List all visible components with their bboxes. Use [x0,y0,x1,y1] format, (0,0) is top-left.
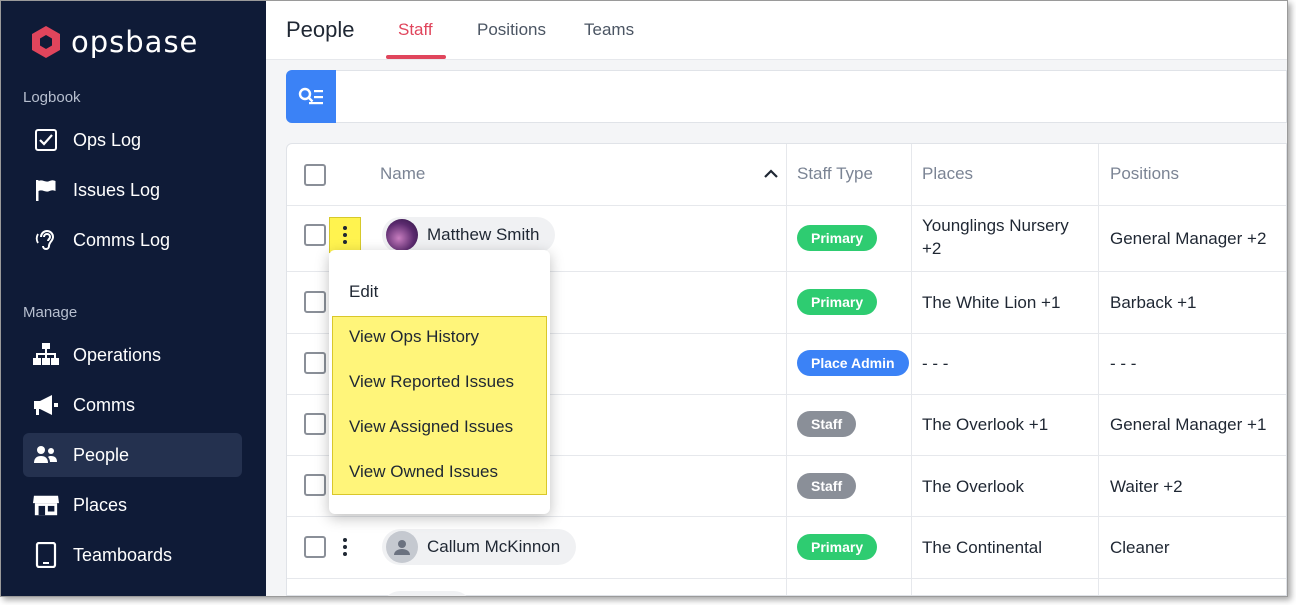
search-input[interactable] [286,70,1287,123]
sidebar-item-teamboards[interactable]: Teamboards [23,533,242,577]
select-all-checkbox[interactable] [304,164,326,186]
sidebar-item-label: Ops Log [73,129,142,150]
sidebar-item-places[interactable]: Places [23,483,242,527]
default-avatar-icon [386,531,418,563]
hierarchy-icon [33,342,59,368]
sidebar-item-operations[interactable]: Operations [23,333,242,377]
checkbox-icon [33,127,59,153]
menu-item-edit[interactable]: Edit [349,282,378,302]
sidebar-item-label: Operations [73,344,162,365]
status-badge: Primary [797,225,878,251]
brand-name: opsbase [71,25,199,59]
sidebar-item-label: People [73,444,130,465]
filter-search-button[interactable] [286,70,336,123]
sidebar-item-comms-log[interactable]: Comms Log [23,218,242,262]
sidebar-item-label: Comms [73,394,135,415]
section-label-manage: Manage [23,304,78,321]
tab-staff[interactable]: Staff [398,20,433,40]
ear-icon [33,227,59,253]
menu-item-view-reported-issues[interactable]: View Reported Issues [349,372,514,392]
menu-item-view-ops-history[interactable]: View Ops History [349,327,479,347]
positions-cell: General Manager +1 [1110,415,1267,434]
avatar [386,219,418,251]
column-header-positions[interactable]: Positions [1110,164,1179,184]
sort-ascending-icon[interactable] [764,169,778,179]
logo[interactable]: opsbase [29,25,198,59]
menu-item-view-assigned-issues[interactable]: View Assigned Issues [349,417,513,437]
places-cell: The Overlook [922,477,1025,496]
sidebar-item-label: Issues Log [73,179,161,200]
status-badge: Place Admin [797,350,909,376]
row-divider [287,205,1286,206]
column-divider [911,144,912,595]
tab-positions[interactable]: Positions [477,20,546,40]
row-checkbox[interactable] [304,352,326,374]
sidebar-item-label: Comms Log [73,229,171,250]
sidebar: opsbase Logbook Ops Log Issues Log Comms… [1,1,266,596]
status-badge: Primary [797,289,878,315]
positions-cell: Barback +1 [1110,293,1197,312]
sidebar-item-label: Teamboards [73,544,173,565]
page-header: People Staff Positions Teams [266,1,1287,60]
menu-item-view-owned-issues[interactable]: View Owned Issues [349,462,498,482]
tablet-icon [33,542,59,568]
status-badge: Staff [797,411,857,437]
sidebar-item-people[interactable]: People [23,433,242,477]
column-header-staff-type[interactable]: Staff Type [797,164,873,184]
column-header-name[interactable]: Name [380,164,425,184]
row-divider [287,516,1286,517]
staff-name: Matthew Smith [427,225,540,244]
row-divider [287,578,1286,579]
positions-cell: Cleaner [1110,538,1170,557]
section-label-logbook: Logbook [23,89,81,106]
places-cell: The Overlook +1 [922,415,1049,434]
flag-icon [33,177,59,203]
users-icon [33,442,59,468]
page-title: People [286,17,355,42]
row-checkbox[interactable] [304,474,326,496]
staff-name-chip[interactable]: Matthew Smith [382,217,556,253]
row-checkbox[interactable] [304,413,326,435]
column-header-places[interactable]: Places [922,164,973,184]
places-cell: - - - [922,354,949,373]
places-cell: The Continental [922,538,1043,557]
status-badge: Primary [797,534,878,560]
row-checkbox[interactable] [304,224,326,246]
row-checkbox[interactable] [304,291,326,313]
search-filter-icon [298,87,323,104]
tab-teams[interactable]: Teams [584,20,634,40]
positions-cell: Waiter +2 [1110,477,1183,496]
sidebar-item-label: Places [73,494,128,515]
staff-name-chip[interactable] [382,591,472,596]
column-divider [1098,144,1099,595]
opsbase-logo-icon [32,26,60,58]
sidebar-item-ops-log[interactable]: Ops Log [23,118,242,162]
app-window: opsbase Logbook Ops Log Issues Log Comms… [0,0,1288,597]
staff-name: Callum McKinnon [427,537,561,556]
store-icon [33,492,59,518]
places-cell: Younglings Nursery +2 [922,216,1069,258]
megaphone-icon [33,392,59,418]
row-actions-menu-button[interactable] [329,217,361,253]
column-divider [786,144,787,595]
positions-cell: General Manager +2 [1110,229,1267,248]
row-actions-menu-button[interactable] [336,533,354,561]
active-tab-indicator [386,55,446,59]
sidebar-item-comms[interactable]: Comms [23,383,242,427]
sidebar-item-issues-log[interactable]: Issues Log [23,168,242,212]
places-cell: The White Lion +1 [922,293,1061,312]
status-badge: Staff [797,473,857,499]
positions-cell: - - - [1110,354,1137,373]
row-actions-dropdown: Edit View Ops History View Reported Issu… [329,250,550,514]
staff-name-chip[interactable]: Callum McKinnon [382,529,577,565]
row-checkbox[interactable] [304,536,326,558]
